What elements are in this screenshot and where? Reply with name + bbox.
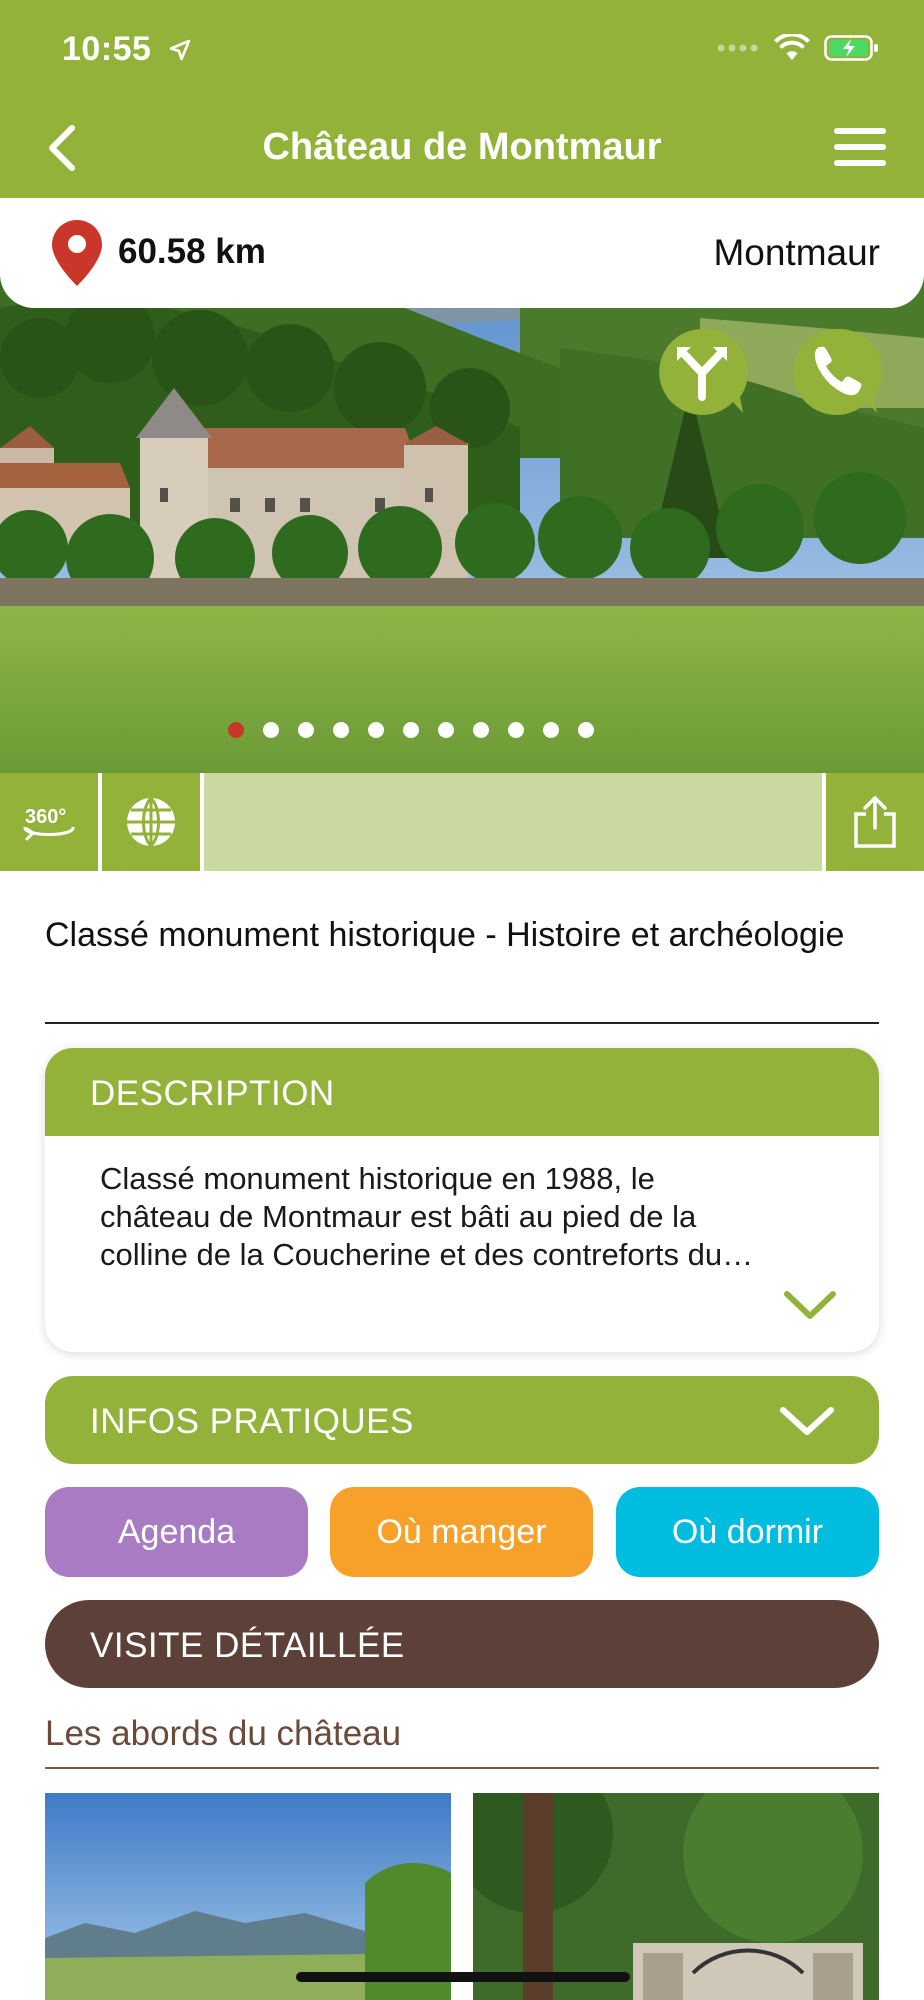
signal-dots-icon — [717, 44, 758, 52]
section-title: Les abords du château — [45, 1714, 402, 1753]
ou-dormir-button[interactable]: Où dormir — [616, 1487, 879, 1577]
visite-detaillee-button[interactable]: VISITE DÉTAILLÉE — [45, 1600, 879, 1688]
distance-label: 60.58 km — [118, 232, 266, 271]
gallery-thumbnail[interactable] — [473, 1793, 879, 2000]
share-button[interactable] — [826, 773, 924, 871]
description-card[interactable]: DESCRIPTION Classé monument historique e… — [45, 1048, 879, 1352]
battery-charging-icon — [824, 35, 878, 61]
valley-photo — [45, 1793, 451, 2000]
wifi-icon — [774, 34, 810, 60]
garden-gate-photo — [473, 1793, 879, 2000]
navigation-bar: Château de Montmaur — [0, 96, 924, 198]
carousel-dot[interactable] — [368, 722, 384, 738]
svg-text:360°: 360° — [25, 806, 66, 828]
agenda-button[interactable]: Agenda — [45, 1487, 308, 1577]
carousel-dot[interactable] — [578, 722, 594, 738]
description-text: Classé monument historique en 1988, le c… — [100, 1161, 754, 1272]
call-button[interactable] — [789, 325, 883, 419]
status-bar: 10:55 — [0, 0, 924, 96]
infos-pratiques-label: INFOS PRATIQUES — [90, 1402, 414, 1441]
carousel-dot[interactable] — [508, 722, 524, 738]
carousel-dot[interactable] — [333, 722, 349, 738]
description-header: DESCRIPTION — [45, 1048, 879, 1136]
infos-pratiques-header[interactable]: INFOS PRATIQUES — [45, 1376, 879, 1464]
globe-icon — [127, 796, 175, 848]
location-arrow-icon — [169, 39, 191, 61]
carousel-dot[interactable] — [263, 722, 279, 738]
website-button[interactable] — [102, 773, 200, 871]
hamburger-menu-icon[interactable] — [832, 124, 888, 170]
chevron-down-icon — [780, 1407, 834, 1435]
location-bar: 60.58 km Montmaur — [0, 198, 924, 308]
directions-button[interactable] — [655, 325, 749, 419]
carousel-dot[interactable] — [543, 722, 559, 738]
status-icons — [716, 34, 880, 62]
divider — [45, 1022, 879, 1024]
home-indicator[interactable] — [296, 1972, 630, 1982]
carousel-dot[interactable] — [473, 722, 489, 738]
carousel-dot[interactable] — [298, 722, 314, 738]
carousel-indicator[interactable] — [0, 722, 924, 742]
page-title: Château de Montmaur — [262, 126, 662, 168]
map-pin-icon — [52, 220, 102, 286]
carousel-dot[interactable] — [228, 722, 244, 738]
ou-manger-button[interactable]: Où manger — [330, 1487, 593, 1577]
view-360-button[interactable]: 360° — [0, 773, 98, 871]
city-label: Montmaur — [713, 232, 880, 273]
chevron-down-icon[interactable] — [783, 1288, 837, 1322]
view-360-icon: 360° — [23, 806, 75, 841]
gallery-thumbnail[interactable] — [45, 1793, 451, 2000]
media-toolbar: 360° — [0, 773, 924, 871]
share-icon — [854, 796, 896, 848]
category-subtitle: Classé monument historique - Histoire et… — [45, 916, 845, 954]
status-time: 10:55 — [62, 30, 152, 68]
divider — [45, 1767, 879, 1769]
carousel-dot[interactable] — [403, 722, 419, 738]
toolbar-divider — [200, 773, 204, 871]
carousel-dot[interactable] — [438, 722, 454, 738]
